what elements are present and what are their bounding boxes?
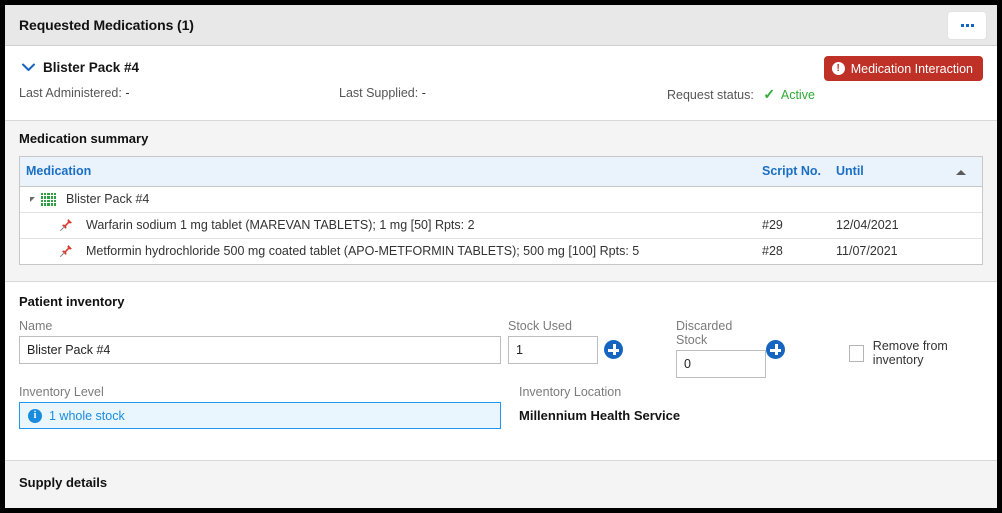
panel-titlebar: Requested Medications (1) bbox=[5, 5, 997, 46]
inventory-level-field-group: Inventory Level i 1 whole stock bbox=[19, 385, 501, 429]
script-no-value: #29 bbox=[756, 212, 830, 239]
medication-summary-table: Medication Script No. Until Blister Pack… bbox=[20, 157, 982, 264]
column-header-medication[interactable]: Medication bbox=[20, 157, 756, 187]
table-row[interactable]: Warfarin sodium 1 mg tablet (MAREVAN TAB… bbox=[20, 212, 982, 239]
group-until bbox=[830, 186, 950, 213]
ellipsis-dot-icon bbox=[965, 23, 969, 27]
ellipsis-dot-icon bbox=[960, 23, 964, 27]
request-header: Blister Pack #4 ! Medication Interaction… bbox=[5, 46, 997, 120]
name-label: Name bbox=[19, 319, 53, 333]
row-spacer bbox=[950, 212, 982, 239]
requested-medications-panel: Requested Medications (1) Blister Pack #… bbox=[5, 5, 997, 508]
group-spacer bbox=[950, 186, 982, 213]
medication-interaction-badge[interactable]: ! Medication Interaction bbox=[823, 56, 983, 81]
stock-used-field-group: Stock Used bbox=[508, 319, 598, 364]
last-administered: Last Administered: - bbox=[19, 86, 130, 100]
request-status-label: Request status: bbox=[667, 88, 754, 102]
group-label: Blister Pack #4 bbox=[66, 192, 150, 206]
inventory-location-value: Millennium Health Service bbox=[519, 408, 681, 423]
medication-cell: Warfarin sodium 1 mg tablet (MAREVAN TAB… bbox=[20, 212, 756, 239]
column-header-script-no[interactable]: Script No. bbox=[756, 157, 830, 187]
chevron-down-icon[interactable] bbox=[19, 58, 37, 76]
supply-details-section: Supply details bbox=[5, 460, 997, 508]
table-row[interactable]: Metformin hydrochloride 500 mg coated ta… bbox=[20, 238, 982, 264]
pin-icon bbox=[58, 244, 74, 258]
pin-icon bbox=[58, 218, 74, 232]
last-administered-label: Last Administered: bbox=[19, 86, 122, 100]
check-icon: ✓ bbox=[763, 86, 776, 102]
patient-inventory-title: Patient inventory bbox=[19, 294, 125, 309]
inventory-level-value: 1 whole stock bbox=[49, 408, 125, 423]
alert-exclamation-icon: ! bbox=[831, 62, 845, 75]
medication-summary-section: Medication summary Medication Script No.… bbox=[5, 120, 997, 281]
last-supplied-value: - bbox=[421, 86, 426, 100]
patient-inventory-row-2: Inventory Level i 1 whole stock Inventor… bbox=[19, 385, 983, 433]
script-no-value: #28 bbox=[762, 244, 783, 259]
request-pack-name: Blister Pack #4 bbox=[43, 59, 140, 75]
sort-ascending-icon[interactable] bbox=[956, 170, 966, 176]
triangle-expanded-icon[interactable] bbox=[26, 196, 38, 202]
table-header: Medication Script No. Until bbox=[20, 157, 982, 187]
last-administered-value: - bbox=[125, 86, 130, 100]
overflow-menu-button[interactable] bbox=[947, 10, 987, 40]
patient-inventory-row-1: Name Stock Used Discarded Stock Remove f… bbox=[19, 319, 983, 378]
row-spacer bbox=[950, 238, 982, 264]
inventory-level-value-box[interactable]: i 1 whole stock bbox=[19, 402, 501, 429]
last-supplied-label: Last Supplied: bbox=[339, 86, 419, 100]
inventory-location-label: Inventory Location bbox=[519, 385, 622, 399]
stock-used-increment-button[interactable] bbox=[604, 340, 623, 359]
blister-pack-icon bbox=[41, 192, 56, 206]
column-header-sort[interactable] bbox=[950, 157, 982, 187]
stock-used-input[interactable] bbox=[508, 336, 598, 364]
discarded-stock-increment-button[interactable] bbox=[766, 340, 785, 359]
medication-summary-title: Medication summary bbox=[19, 131, 149, 146]
medication-name: Warfarin sodium 1 mg tablet (MAREVAN TAB… bbox=[86, 218, 475, 232]
table-header-row: Medication Script No. Until bbox=[20, 157, 982, 187]
checkbox-box-icon[interactable] bbox=[849, 344, 864, 362]
until-value: 12/04/2021 bbox=[830, 212, 950, 239]
patient-inventory-section: Patient inventory Name Stock Used Discar… bbox=[5, 281, 997, 460]
group-script-no bbox=[756, 186, 830, 213]
discarded-stock-field-group: Discarded Stock bbox=[676, 319, 766, 378]
request-status: Request status: ✓ Active bbox=[667, 86, 815, 103]
medication-row-content: Metformin hydrochloride 500 mg coated ta… bbox=[26, 244, 750, 258]
inventory-level-label: Inventory Level bbox=[19, 385, 104, 399]
name-field-group: Name bbox=[19, 319, 501, 364]
discarded-stock-label: Discarded Stock bbox=[676, 319, 733, 347]
group-cell: Blister Pack #4 bbox=[20, 186, 756, 213]
inventory-location-field-group: Inventory Location Millennium Health Ser… bbox=[519, 385, 680, 429]
until-value: 11/07/2021 bbox=[836, 244, 898, 259]
last-supplied: Last Supplied: - bbox=[339, 86, 426, 100]
supply-details-title: Supply details bbox=[19, 475, 108, 490]
column-header-until[interactable]: Until bbox=[830, 157, 950, 187]
status-badge: Active bbox=[780, 88, 815, 102]
medication-interaction-label: Medication Interaction bbox=[850, 61, 973, 76]
table-body: Blister Pack #4 Warfarin sodium 1 mg tab… bbox=[20, 186, 982, 264]
ellipsis-dot-icon bbox=[970, 23, 974, 27]
remove-from-inventory-checkbox[interactable]: Remove from inventory bbox=[849, 339, 983, 367]
medication-summary-table-wrap: Medication Script No. Until Blister Pack… bbox=[19, 156, 983, 265]
stock-used-label: Stock Used bbox=[508, 319, 572, 333]
table-row[interactable]: Blister Pack #4 bbox=[20, 186, 982, 213]
name-input[interactable] bbox=[19, 336, 501, 364]
medication-row-content: Warfarin sodium 1 mg tablet (MAREVAN TAB… bbox=[26, 218, 750, 232]
medication-cell: Metformin hydrochloride 500 mg coated ta… bbox=[20, 238, 756, 264]
remove-from-inventory-label: Remove from inventory bbox=[872, 339, 948, 367]
request-meta-row: Last Administered: - Last Supplied: - Re… bbox=[19, 82, 983, 110]
medication-name: Metformin hydrochloride 500 mg coated ta… bbox=[86, 244, 640, 259]
page-title: Requested Medications (1) bbox=[19, 17, 194, 33]
discarded-stock-input[interactable] bbox=[676, 350, 766, 378]
group-row-content: Blister Pack #4 bbox=[26, 192, 750, 206]
info-icon: i bbox=[28, 408, 42, 423]
